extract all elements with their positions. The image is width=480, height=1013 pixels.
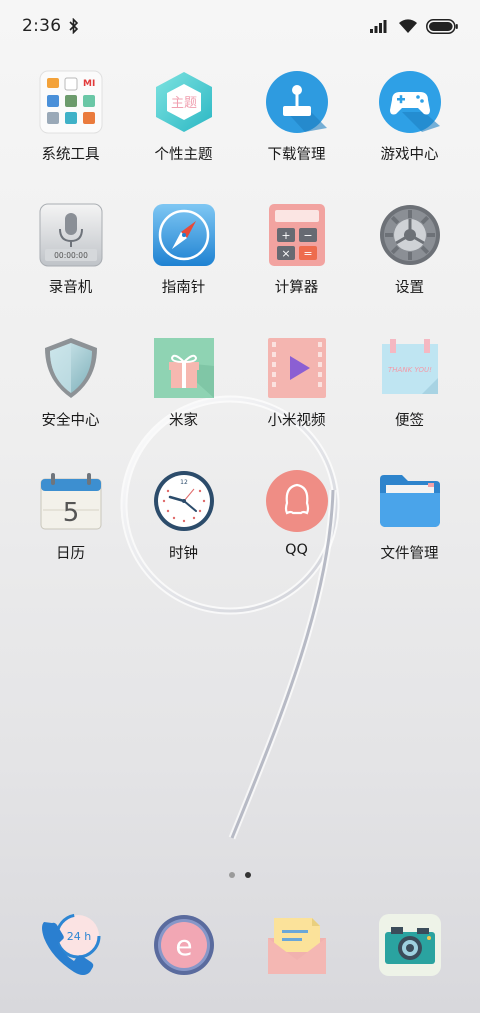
app-downloads[interactable]: 下载管理 [240,70,353,203]
svg-text:−: − [303,229,312,242]
dock: 24 h e [14,912,466,978]
joystick-download-icon[interactable] [265,70,329,134]
phone-24h-text: 24 h [66,930,90,943]
gift-icon[interactable] [152,336,216,400]
folder-grid-icon[interactable]: MI [39,70,103,134]
signal-icon [370,20,387,33]
theme-hexagon-icon[interactable]: 主题 [152,70,216,134]
app-settings[interactable]: 设置 [353,203,466,336]
app-label: QQ [285,542,308,558]
page-indicator [0,872,480,878]
page-dot-1[interactable] [229,872,235,878]
play-film-icon[interactable] [265,336,329,400]
calculator-icon[interactable]: + − × = [265,203,329,267]
browser-icon[interactable]: e [151,912,217,978]
app-label: 系统工具 [41,147,100,163]
calendar-day-text: 5 [62,498,79,528]
app-security[interactable]: 安全中心 [14,336,127,469]
svg-text:=: = [303,247,312,260]
gear-icon[interactable] [378,203,442,267]
shield-icon[interactable] [39,336,103,400]
microphone-icon[interactable]: 00:00:00 [39,203,103,267]
app-label: 录音机 [48,280,93,296]
phone-icon[interactable]: 24 h [38,912,104,978]
dock-camera[interactable] [353,912,466,978]
app-grid: MI 系统工具 主题 个性主题 下载管理 游戏中心 00:00:00 录音机 指… [14,70,466,602]
sticky-note-icon[interactable]: THANK YOU! [378,336,442,400]
app-qq[interactable]: QQ [240,469,353,602]
app-label: 米家 [169,413,198,429]
message-envelope-icon[interactable] [264,912,330,978]
camera-icon[interactable] [377,912,443,978]
compass-icon[interactable] [152,203,216,267]
app-label: 计算器 [274,280,319,296]
clock-icon[interactable]: 12 [152,469,216,533]
dock-phone[interactable]: 24 h [14,912,127,978]
app-file-manager[interactable]: 文件管理 [353,469,466,602]
browser-e-text: e [175,929,192,962]
recorder-icon-text: 00:00:00 [54,251,88,260]
app-label: 时钟 [169,546,198,562]
bluetooth-icon [69,18,79,34]
app-label: 下载管理 [267,147,326,163]
dock-browser[interactable]: e [127,912,240,978]
app-clock[interactable]: 12 时钟 [127,469,240,602]
app-label: 便签 [395,413,424,429]
gamepad-icon[interactable] [378,70,442,134]
qq-penguin-icon[interactable] [265,469,329,533]
clock-12-text: 12 [180,479,188,486]
app-recorder[interactable]: 00:00:00 录音机 [14,203,127,336]
status-time: 2:36 [22,16,62,36]
folder-icon[interactable] [378,469,442,533]
app-mijia[interactable]: 米家 [127,336,240,469]
page-dot-2[interactable] [245,872,251,878]
svg-text:×: × [281,247,290,260]
app-label: 个性主题 [154,147,213,163]
app-system-tools[interactable]: MI 系统工具 [14,70,127,203]
battery-icon [426,18,458,34]
dock-messages[interactable] [240,912,353,978]
app-game-center[interactable]: 游戏中心 [353,70,466,203]
wifi-icon [399,19,417,33]
status-bar: 2:36 [0,0,480,52]
app-calendar[interactable]: 5 日历 [14,469,127,602]
svg-text:+: + [281,229,290,242]
app-label: 安全中心 [41,413,100,429]
app-label: 日历 [56,546,85,562]
app-notes[interactable]: THANK YOU! 便签 [353,336,466,469]
app-label: 文件管理 [380,546,439,562]
app-label: 游戏中心 [380,147,439,163]
app-compass[interactable]: 指南针 [127,203,240,336]
app-calculator[interactable]: + − × = 计算器 [240,203,353,336]
app-mi-video[interactable]: 小米视频 [240,336,353,469]
theme-icon-text: 主题 [170,96,196,111]
svg-text:MI: MI [83,79,95,89]
app-label: 小米视频 [267,413,326,429]
app-themes[interactable]: 主题 个性主题 [127,70,240,203]
calendar-icon[interactable]: 5 [39,469,103,533]
notes-icon-text: THANK YOU! [388,366,432,374]
app-label: 设置 [395,280,424,296]
app-label: 指南针 [161,280,206,296]
